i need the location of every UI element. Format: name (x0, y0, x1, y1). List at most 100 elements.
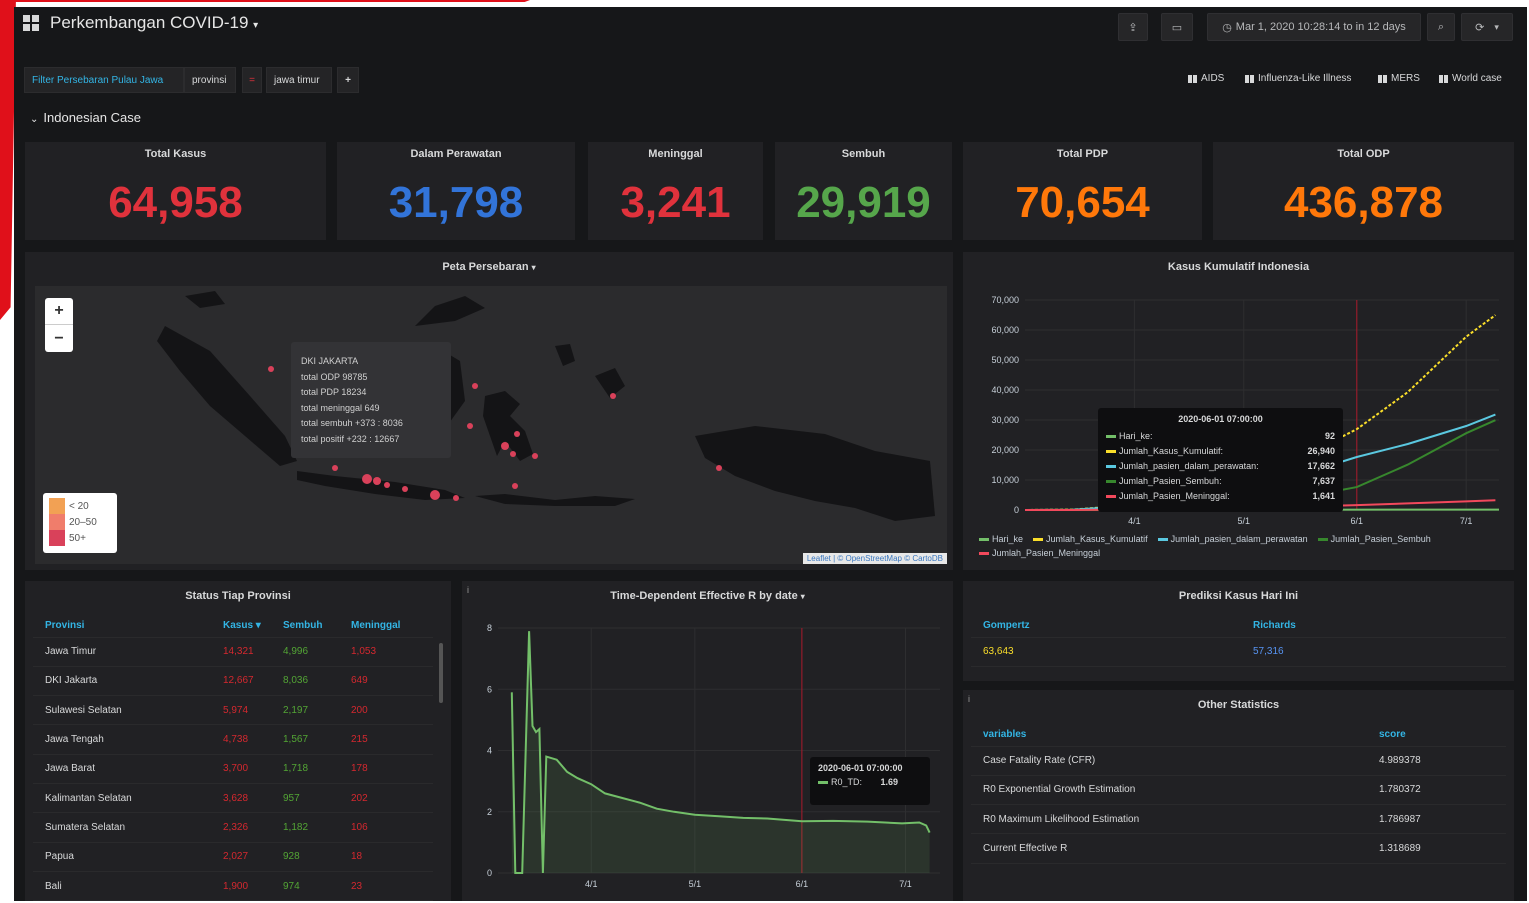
tooltip-row: Jumlah_Pasien_Meninggal: 1,641 (1106, 488, 1335, 503)
sembuh-value: 957 (283, 783, 351, 814)
kasus-value: 2,027 (223, 842, 283, 872)
tooltip-series-name: Jumlah_Pasien_Meninggal: (1119, 490, 1230, 501)
table-scrollbar[interactable] (439, 643, 443, 703)
other-statistics-title[interactable]: Other Statistics (963, 699, 1514, 711)
adhoc-operator[interactable]: = (242, 67, 262, 93)
filter-variable-label[interactable]: Filter Persebaran Pulau Jawa (24, 67, 184, 93)
kasus-value: 3,700 (223, 754, 283, 784)
dashboard: Perkembangan COVID-19 ▾ ⇪ ▭ ◷ Mar 1, 202… (14, 7, 1527, 901)
chevron-down-icon: ▾ (531, 263, 536, 272)
tv-mode-button[interactable]: ▭ (1161, 13, 1193, 41)
col-sembuh[interactable]: Sembuh (283, 615, 351, 638)
legend-label: Jumlah_pasien_dalam_perawatan (1170, 534, 1308, 544)
cumulative-chart-panel: Kasus Kumulatif Indonesia 0 10,000 20,000 3… (963, 252, 1514, 570)
legend-swatch (49, 498, 65, 514)
link-world-case[interactable]: World case (1439, 73, 1502, 84)
col-score[interactable]: score (1379, 724, 1506, 747)
link-mers[interactable]: MERS (1378, 73, 1420, 84)
map-tooltip-line: total ODP 98785 (301, 371, 368, 382)
x-tick-label: 6/1 (796, 879, 809, 889)
map-attribution[interactable]: Leaflet | © OpenStreetMap © CartoDB (802, 553, 947, 564)
tooltip-swatch (1106, 464, 1116, 468)
other-statistics-table: variables score Case Fatality Rate (CFR)… (971, 724, 1506, 864)
legend-item[interactable]: Jumlah_Pasien_Meninggal (979, 548, 1100, 558)
meninggal-value: 178 (351, 754, 433, 784)
stat-title: Total PDP (1056, 148, 1109, 160)
sembuh-value: 974 (283, 871, 351, 901)
dashboard-icon[interactable] (23, 15, 39, 31)
share-button[interactable]: ⇪ (1118, 13, 1148, 41)
prediction-table: Gompertz Richards 63,643 57,316 (971, 615, 1506, 667)
col-meninggal[interactable]: Meninggal (351, 615, 433, 638)
tooltip-swatch (1106, 494, 1116, 498)
col-provinsi[interactable]: Provinsi (33, 615, 223, 638)
link-mers-text: MERS (1391, 73, 1420, 84)
legend-label: Jumlah_Pasien_Meninggal (992, 548, 1101, 558)
zoom-in-button[interactable]: + (45, 298, 73, 325)
tooltip-row: R0_TD: 1.69 (818, 777, 922, 787)
effective-r-tooltip: 2020-06-01 07:00:00 R0_TD: 1.69 (810, 757, 930, 805)
col-kasus[interactable]: Kasus ▾ (223, 615, 283, 638)
stat-sembuh: Sembuh 29,919 (775, 142, 952, 240)
map-panel-title[interactable]: Peta Persebaran ▾ (25, 261, 953, 273)
legend-item[interactable]: Hari_ke (979, 534, 1023, 544)
variable-name: R0 Exponential Growth Estimation (971, 775, 1379, 806)
prediction-panel-title[interactable]: Prediksi Kasus Hari Ini (963, 590, 1514, 602)
tooltip-value: 26,940 (1307, 445, 1335, 456)
variable-name: R0 Maximum Likelihood Estimation (971, 804, 1379, 835)
adhoc-value-text: jawa timur (274, 74, 320, 86)
dashboard-title[interactable]: Perkembangan COVID-19 ▾ (50, 13, 258, 33)
col-gompertz[interactable]: Gompertz (971, 615, 1253, 638)
legend-swatch (979, 538, 989, 542)
zoom-out-button[interactable]: − (45, 325, 73, 352)
add-filter-button[interactable]: + (337, 67, 359, 93)
province-table-header: Provinsi Kasus ▾ Sembuh Meninggal (33, 615, 433, 638)
score-value: 1.786987 (1379, 804, 1506, 835)
richards-value: 57,316 (1253, 637, 1506, 667)
tooltip-series: Jumlah_Kasus_Kumulatif: (1106, 446, 1223, 456)
zoom-out-time-button[interactable]: ⌕ (1427, 13, 1455, 41)
dashboard-link-icon (1378, 74, 1387, 83)
legend-item[interactable]: Jumlah_Pasien_Sembuh (1317, 534, 1431, 544)
map-tooltip-line: total positif +232 : 12667 (301, 433, 400, 444)
search-icon: ⌕ (1437, 20, 1445, 33)
link-ili[interactable]: Influenza-Like Illness (1245, 73, 1351, 84)
chevron-down-icon: ▾ (1494, 21, 1499, 32)
map-canvas[interactable]: + − DKI JAKARTA total ODP 98785 total PD… (35, 286, 947, 564)
prediction-panel: Prediksi Kasus Hari Ini Gompertz Richard… (963, 581, 1514, 681)
time-picker-button[interactable]: ◷ Mar 1, 2020 10:28:14 to in 12 days (1207, 13, 1421, 41)
province-panel-title[interactable]: Status Tiap Provinsi (25, 590, 451, 602)
province-name: Jawa Barat (33, 754, 223, 784)
adhoc-value[interactable]: jawa timur (266, 67, 332, 93)
prediction-row: 63,643 57,316 (971, 637, 1506, 667)
legend-swatch (1033, 538, 1044, 542)
monitor-icon: ▭ (1171, 21, 1183, 34)
col-richards[interactable]: Richards (1253, 615, 1506, 638)
map-legend: < 20 20–50 50+ (43, 493, 117, 553)
sembuh-value: 1,182 (283, 812, 351, 843)
legend-item[interactable]: Jumlah_pasien_dalam_perawatan (1157, 534, 1308, 544)
stat-total-kasus: Total Kasus 64,958 (25, 142, 326, 240)
meninggal-value: 18 (351, 842, 433, 872)
link-aids[interactable]: AIDS (1188, 73, 1224, 84)
legend-item[interactable]: Jumlah_Kasus_Kumulatif (1033, 534, 1148, 544)
legend-swatch (49, 514, 65, 530)
tooltip-value: 7,637 (1312, 475, 1335, 486)
meninggal-value: 106 (351, 812, 433, 843)
row-header-indonesian-case[interactable]: ⌄ Indonesian Case (30, 110, 141, 125)
effective-r-chart[interactable]: 0 2 4 6 8 4/1 5/1 6/1 7/1 (462, 581, 953, 901)
col-variables[interactable]: variables (971, 724, 1379, 747)
dashboard-title-text: Perkembangan COVID-19 (50, 13, 249, 32)
legend-label: Jumlah_Pasien_Sembuh (1330, 534, 1431, 544)
dashboard-link-icon (1188, 74, 1197, 83)
meninggal-value: 215 (351, 724, 433, 755)
stat-total-pdp: Total PDP 70,654 (963, 142, 1202, 240)
adhoc-key[interactable]: provinsi (184, 67, 236, 93)
dashboard-link-icon (1439, 74, 1448, 83)
tooltip-value: 1.69 (880, 777, 899, 787)
stat-title: Sembuh (841, 148, 886, 160)
meninggal-value: 1,053 (351, 637, 433, 667)
tooltip-series: R0_TD: (831, 777, 863, 787)
refresh-button[interactable]: ⟳ ▾ (1461, 13, 1513, 41)
refresh-icon: ⟳ (1475, 21, 1485, 34)
